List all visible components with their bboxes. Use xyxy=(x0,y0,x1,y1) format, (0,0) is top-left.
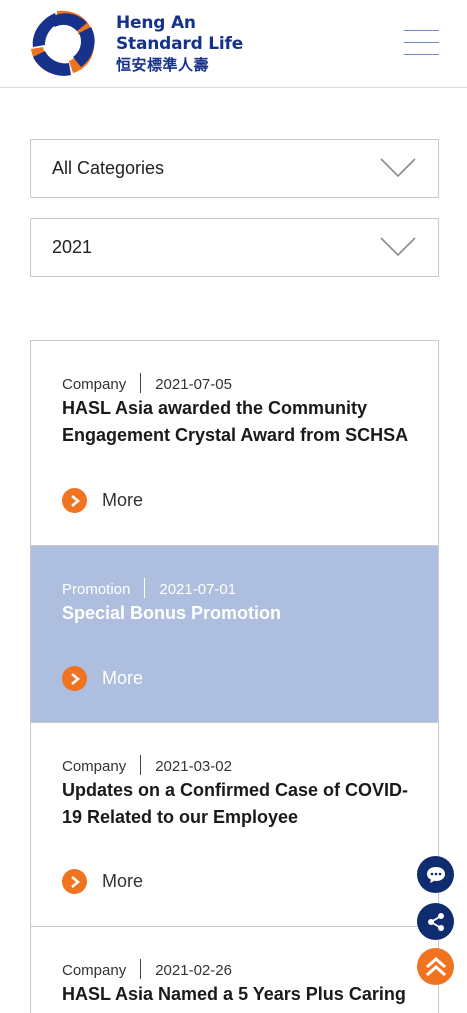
chevron-right-icon xyxy=(62,666,87,691)
meta-divider xyxy=(140,959,142,979)
menu-line xyxy=(404,30,439,31)
chat-icon xyxy=(426,866,445,883)
news-card[interactable]: Company 2021-02-26 HASL Asia Named a 5 Ye… xyxy=(31,927,438,1013)
meta-divider xyxy=(144,578,146,598)
meta-divider xyxy=(140,373,142,393)
chevron-down-icon xyxy=(380,158,416,178)
news-list: Company 2021-07-05 HASL Asia awarded the … xyxy=(30,340,439,1013)
share-button[interactable] xyxy=(417,903,454,940)
year-select[interactable]: 2021 xyxy=(30,218,439,277)
brand-name[interactable]: Heng An Standard Life 恒安標準人壽 xyxy=(116,13,243,76)
news-date: 2021-03-02 xyxy=(155,758,232,775)
news-card[interactable]: Promotion 2021-07-01 Special Bonus Promot… xyxy=(31,546,438,723)
news-title[interactable]: Updates on a Confirmed Case of COVID-19 … xyxy=(62,777,422,831)
more-link[interactable]: More xyxy=(62,869,143,894)
news-category: Company xyxy=(62,758,127,775)
meta-divider xyxy=(140,755,142,775)
news-category: Company xyxy=(62,962,127,979)
more-label: More xyxy=(102,490,144,510)
heng-an-star-logo[interactable] xyxy=(30,9,96,77)
hamburger-menu-icon[interactable] xyxy=(404,30,439,56)
share-icon xyxy=(427,912,444,931)
news-date: 2021-02-26 xyxy=(155,962,232,979)
news-meta: Company 2021-07-05 xyxy=(62,373,232,393)
chevron-right-icon xyxy=(62,869,87,894)
brand-line-3: 恒安標準人壽 xyxy=(116,56,210,74)
news-meta: Promotion 2021-07-01 xyxy=(62,578,236,598)
chevron-down-icon xyxy=(380,237,416,257)
category-select[interactable]: All Categories xyxy=(30,139,439,198)
year-select-value: 2021 xyxy=(52,237,93,257)
menu-line xyxy=(404,42,439,43)
news-title[interactable]: HASL Asia awarded the Community Engageme… xyxy=(62,395,422,449)
site-header: Heng An Standard Life 恒安標準人壽 xyxy=(0,0,467,88)
double-chevron-up-icon xyxy=(425,956,446,976)
more-label: More xyxy=(102,668,144,688)
chevron-right-icon xyxy=(62,488,87,513)
news-category: Promotion xyxy=(62,581,131,598)
news-card[interactable]: Company 2021-03-02 Updates on a Confirmed… xyxy=(31,723,438,927)
news-meta: Company 2021-03-02 xyxy=(62,755,232,775)
more-link[interactable]: More xyxy=(62,488,143,513)
menu-line xyxy=(404,54,439,55)
category-select-value: All Categories xyxy=(52,158,165,178)
more-link[interactable]: More xyxy=(62,666,143,691)
news-meta: Company 2021-02-26 xyxy=(62,959,232,979)
news-date: 2021-07-01 xyxy=(159,581,237,598)
back-to-top-button[interactable] xyxy=(417,948,454,985)
news-card[interactable]: Company 2021-07-05 HASL Asia awarded the … xyxy=(31,341,438,546)
chat-button[interactable] xyxy=(417,856,454,893)
brand-line-1: Heng An xyxy=(116,13,196,33)
news-title[interactable]: Special Bonus Promotion xyxy=(62,600,422,627)
brand-line-2: Standard Life xyxy=(116,34,244,54)
news-title[interactable]: HASL Asia Named a 5 Years Plus Caring xyxy=(62,981,422,1008)
more-label: More xyxy=(102,871,144,891)
news-date: 2021-07-05 xyxy=(155,376,232,393)
news-category: Company xyxy=(62,376,127,393)
